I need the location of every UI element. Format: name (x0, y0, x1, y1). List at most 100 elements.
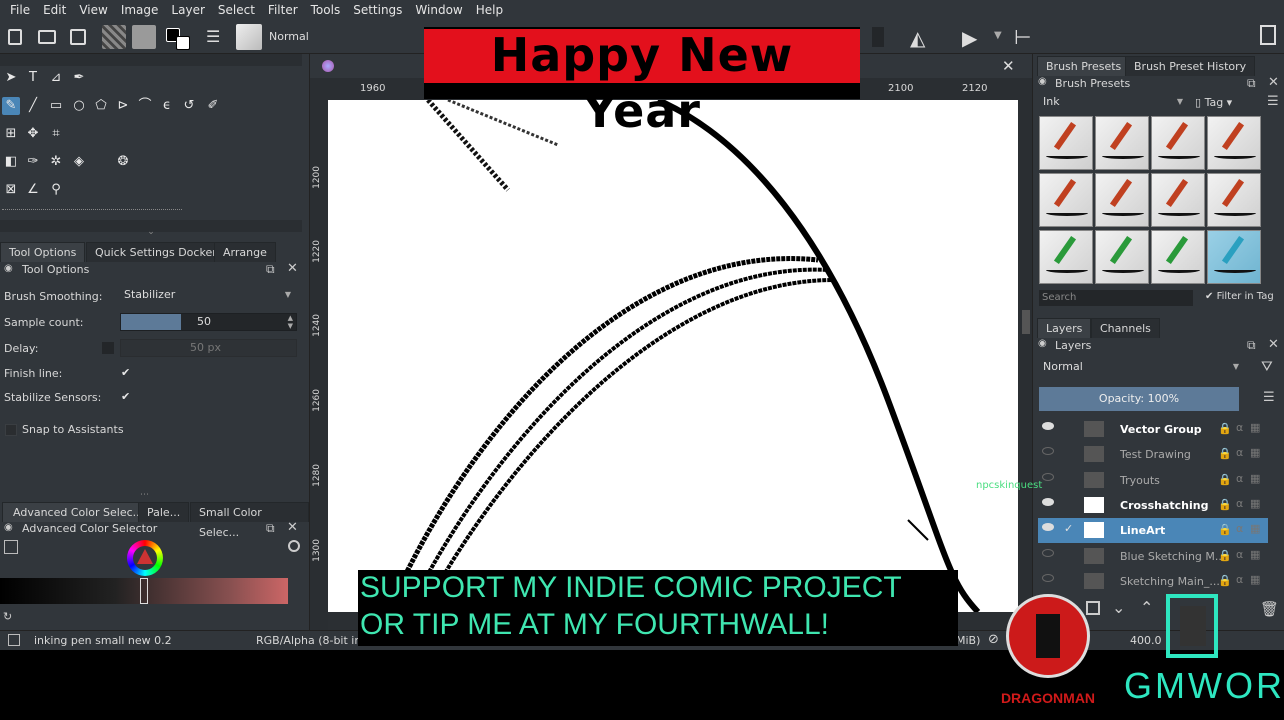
menu-item-select[interactable]: Select (212, 3, 262, 17)
layer-row[interactable]: ✓ LineArt 🔒 α ▦ (1038, 518, 1268, 544)
move-layer-up-icon[interactable]: ⌃ (1140, 598, 1153, 617)
filter-icon[interactable]: ⛛ (1261, 359, 1273, 375)
layer-row[interactable]: Crosshatching 🔒 α ▦ (1038, 493, 1268, 518)
opacity-slider[interactable]: Opacity: 100% (1039, 387, 1239, 411)
measure-tool-icon[interactable]: ∠ (24, 181, 42, 199)
eye-icon[interactable] (1042, 422, 1054, 430)
blend-mode-select[interactable]: Normal (266, 27, 416, 47)
menu-item-view[interactable]: View (73, 3, 114, 17)
close-docker-icon[interactable]: ✕ (1268, 337, 1279, 352)
inherit-alpha-icon[interactable]: ▦ (1250, 522, 1260, 535)
wrap-around-icon[interactable]: ⊢ (1014, 25, 1031, 49)
menu-item-settings[interactable]: Settings (347, 3, 409, 17)
brush-preset-tile[interactable] (1039, 116, 1093, 170)
sample-count-slider[interactable]: 50 ▲ ▼ (120, 313, 297, 331)
layer-menu-icon[interactable]: ☰ (1263, 390, 1275, 405)
crop-icon[interactable]: ⌗ (47, 125, 65, 143)
docker-toggle-icon[interactable]: ◉ (1038, 338, 1047, 349)
drawing-canvas[interactable] (328, 100, 1018, 612)
color-settings-icon[interactable] (4, 540, 18, 554)
finish-line-checkbox[interactable]: ✔ (121, 367, 133, 379)
gradient-tool-icon[interactable]: ◧ (2, 153, 20, 171)
menu-item-edit[interactable]: Edit (37, 3, 73, 17)
assistant-tool-icon[interactable]: ⊠ (2, 181, 20, 199)
lock-icon[interactable]: 🔒 (1218, 473, 1232, 486)
close-tab-icon[interactable]: ✕ (1002, 57, 1015, 75)
tab-palette[interactable]: Pale... (138, 502, 190, 522)
tab-brush-preset-history[interactable]: Brush Preset History (1125, 56, 1256, 76)
gradient-swatch-icon[interactable] (102, 25, 126, 49)
move-layer-down-icon[interactable]: ⌄ (1112, 598, 1125, 617)
layer-row[interactable]: Tryouts 🔒 α ▦ (1038, 468, 1268, 493)
layer-blend-select[interactable]: Normal ▼ (1039, 359, 1243, 377)
brush-preset-tile[interactable] (1095, 173, 1149, 227)
eye-icon[interactable] (1042, 523, 1054, 532)
tab-advanced-color[interactable]: Advanced Color Selec... (2, 502, 155, 522)
close-docker-icon[interactable]: ✕ (287, 520, 298, 535)
text-tool-icon[interactable]: T (24, 69, 42, 87)
selection-tools-row[interactable] (2, 209, 182, 217)
brush-filter-select[interactable]: Ink ▼ (1039, 94, 1187, 112)
eye-hidden-icon[interactable] (1042, 472, 1054, 481)
eye-hidden-icon[interactable] (1042, 548, 1054, 557)
layer-row[interactable]: Blue Sketching M... 🔒 α ▦ (1038, 544, 1268, 569)
toolbar-spin[interactable] (872, 27, 884, 47)
lock-icon[interactable]: 🔒 (1218, 447, 1232, 460)
brush-settings-icon[interactable]: ☰ (206, 27, 226, 47)
delete-layer-icon[interactable]: 🗑 (1260, 600, 1279, 618)
transform-icon[interactable]: ⊞ (2, 125, 20, 143)
brush-preset-tile[interactable] (1151, 116, 1205, 170)
tab-channels[interactable]: Channels (1091, 318, 1160, 338)
float-docker-icon[interactable]: ⧉ (1247, 76, 1256, 91)
docker-toggle-icon[interactable]: ◉ (4, 263, 13, 274)
eye-hidden-icon[interactable] (1042, 447, 1054, 456)
eye-icon[interactable] (1042, 497, 1054, 506)
open-folder-icon[interactable] (38, 30, 56, 44)
inherit-alpha-icon[interactable]: ▦ (1250, 472, 1260, 485)
calligraphy-icon[interactable]: ✒ (70, 69, 88, 87)
tab-tool-options[interactable]: Tool Options (0, 242, 86, 262)
lock-icon[interactable]: 🔒 (1218, 498, 1232, 511)
alpha-lock-icon[interactable]: α (1236, 421, 1243, 434)
brush-preset-tile[interactable] (1151, 173, 1205, 227)
background-color-swatch[interactable] (176, 36, 190, 50)
inherit-alpha-icon[interactable]: ▦ (1250, 421, 1260, 434)
eye-hidden-icon[interactable] (1042, 573, 1054, 582)
splitter-handle[interactable]: ⋯ (140, 490, 149, 500)
color-picker-icon[interactable]: ✑ (24, 153, 42, 171)
document-icon[interactable] (1260, 25, 1276, 45)
lock-icon[interactable]: 🔒 (1218, 422, 1232, 435)
tab-quick-settings[interactable]: Quick Settings Docker (86, 242, 226, 262)
brush-preset-tile[interactable] (1207, 230, 1261, 284)
menu-item-help[interactable]: Help (470, 3, 510, 17)
alpha-lock-icon[interactable]: α (1236, 446, 1243, 459)
lock-icon[interactable]: 🔒 (1218, 549, 1232, 562)
brush-smoothing-select[interactable]: Stabilizer ▼ (120, 287, 297, 305)
collapse-handle[interactable]: ⌄ (0, 227, 302, 237)
brush-preset-tile[interactable] (1039, 230, 1093, 284)
brush-preset-tile[interactable] (1207, 116, 1261, 170)
filter-in-tag-checkbox[interactable]: ✔ Filter in Tag (1205, 291, 1274, 302)
close-docker-icon[interactable]: ✕ (287, 261, 298, 276)
snap-checkbox[interactable] (5, 424, 17, 436)
docker-toggle-icon[interactable]: ◉ (4, 522, 13, 533)
tag-button[interactable]: ▯ Tag ▾ (1195, 96, 1232, 109)
inherit-alpha-icon[interactable]: ▦ (1250, 573, 1260, 586)
inherit-alpha-icon[interactable]: ▦ (1250, 446, 1260, 459)
enclose-fill-icon[interactable]: ❂ (114, 153, 132, 171)
layer-row[interactable]: Vector Group 🔒 α ▦ (1038, 417, 1268, 442)
brush-preset-tile[interactable] (1095, 116, 1149, 170)
close-docker-icon[interactable]: ✕ (1268, 75, 1279, 90)
menu-icon[interactable]: ☰ (1267, 94, 1279, 109)
refresh-icon[interactable]: ↻ (3, 610, 12, 623)
chevron-down-icon[interactable]: ▼ (994, 30, 1002, 41)
inherit-alpha-icon[interactable]: ▦ (1250, 548, 1260, 561)
scrollbar-handle[interactable] (1022, 310, 1030, 334)
line-tool-icon[interactable]: ╱ (24, 97, 42, 115)
alpha-lock-icon[interactable]: α (1236, 548, 1243, 561)
mirror-horizontal-icon[interactable]: ◭ (910, 26, 925, 50)
fill-tool-icon[interactable]: ◈ (70, 153, 88, 171)
menu-item-window[interactable]: Window (409, 3, 469, 17)
multibrush-icon[interactable]: ✐ (204, 97, 222, 115)
stabilize-sensors-checkbox[interactable]: ✔ (121, 391, 133, 403)
